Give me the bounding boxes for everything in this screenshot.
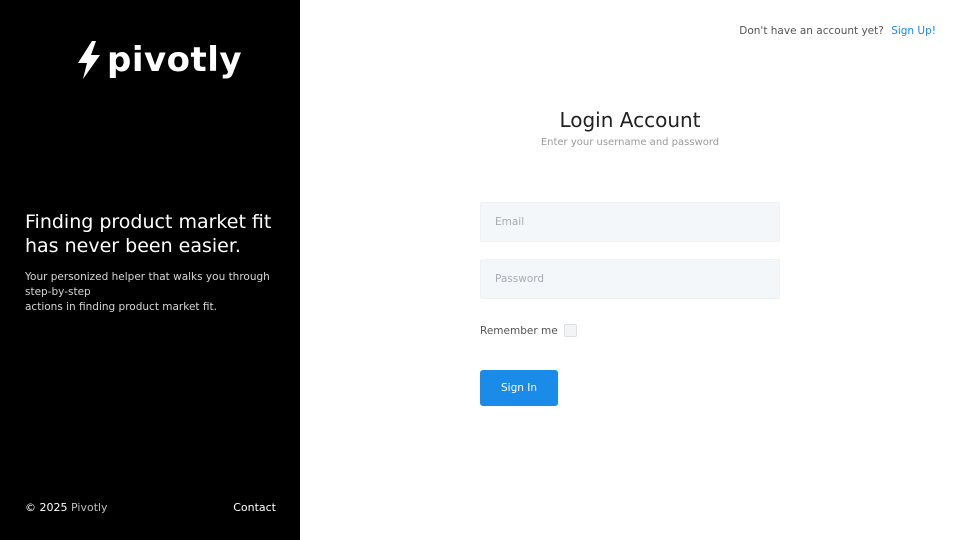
logo: pivotly [75, 40, 242, 80]
brand-panel: pivotly Finding product market fit has n… [0, 0, 300, 540]
copyright-brand: Pivotly [71, 501, 108, 514]
email-input[interactable] [480, 202, 780, 242]
hero-description-line2: actions in finding product market fit. [25, 301, 217, 313]
hero-headline: Finding product market fit has never bee… [25, 210, 285, 258]
sign-in-button[interactable]: Sign In [480, 370, 558, 406]
password-input[interactable] [480, 259, 780, 299]
sidebar-footer: © 2025 Pivotly Contact [25, 501, 276, 514]
copyright-year: © 2025 [25, 501, 68, 514]
copyright: © 2025 Pivotly [25, 501, 108, 514]
lightning-bolt-icon [78, 41, 100, 79]
hero: Finding product market fit has never bee… [25, 210, 285, 315]
remember-me-checkbox[interactable] [563, 324, 577, 337]
hero-headline-line2: has never been easier. [25, 235, 241, 257]
login-form: Login Account Enter your username and pa… [480, 106, 780, 406]
contact-link[interactable]: Contact [233, 501, 276, 514]
hero-description-line1: Your personized helper that walks you th… [25, 271, 270, 298]
hero-description: Your personized helper that walks you th… [25, 270, 285, 315]
form-title: Login Account [559, 108, 701, 132]
form-subtitle: Enter your username and password [540, 137, 720, 148]
signup-link[interactable]: Sign Up! [891, 25, 936, 37]
signup-prompt-text: Don't have an account yet? [739, 25, 884, 37]
hero-headline-line1: Finding product market fit [25, 211, 272, 233]
logo-text: pivotly [107, 40, 243, 80]
remember-me: Remember me [480, 324, 577, 337]
remember-me-label: Remember me [480, 324, 558, 337]
signup-prompt: Don't have an account yet? Sign Up! [739, 25, 936, 37]
